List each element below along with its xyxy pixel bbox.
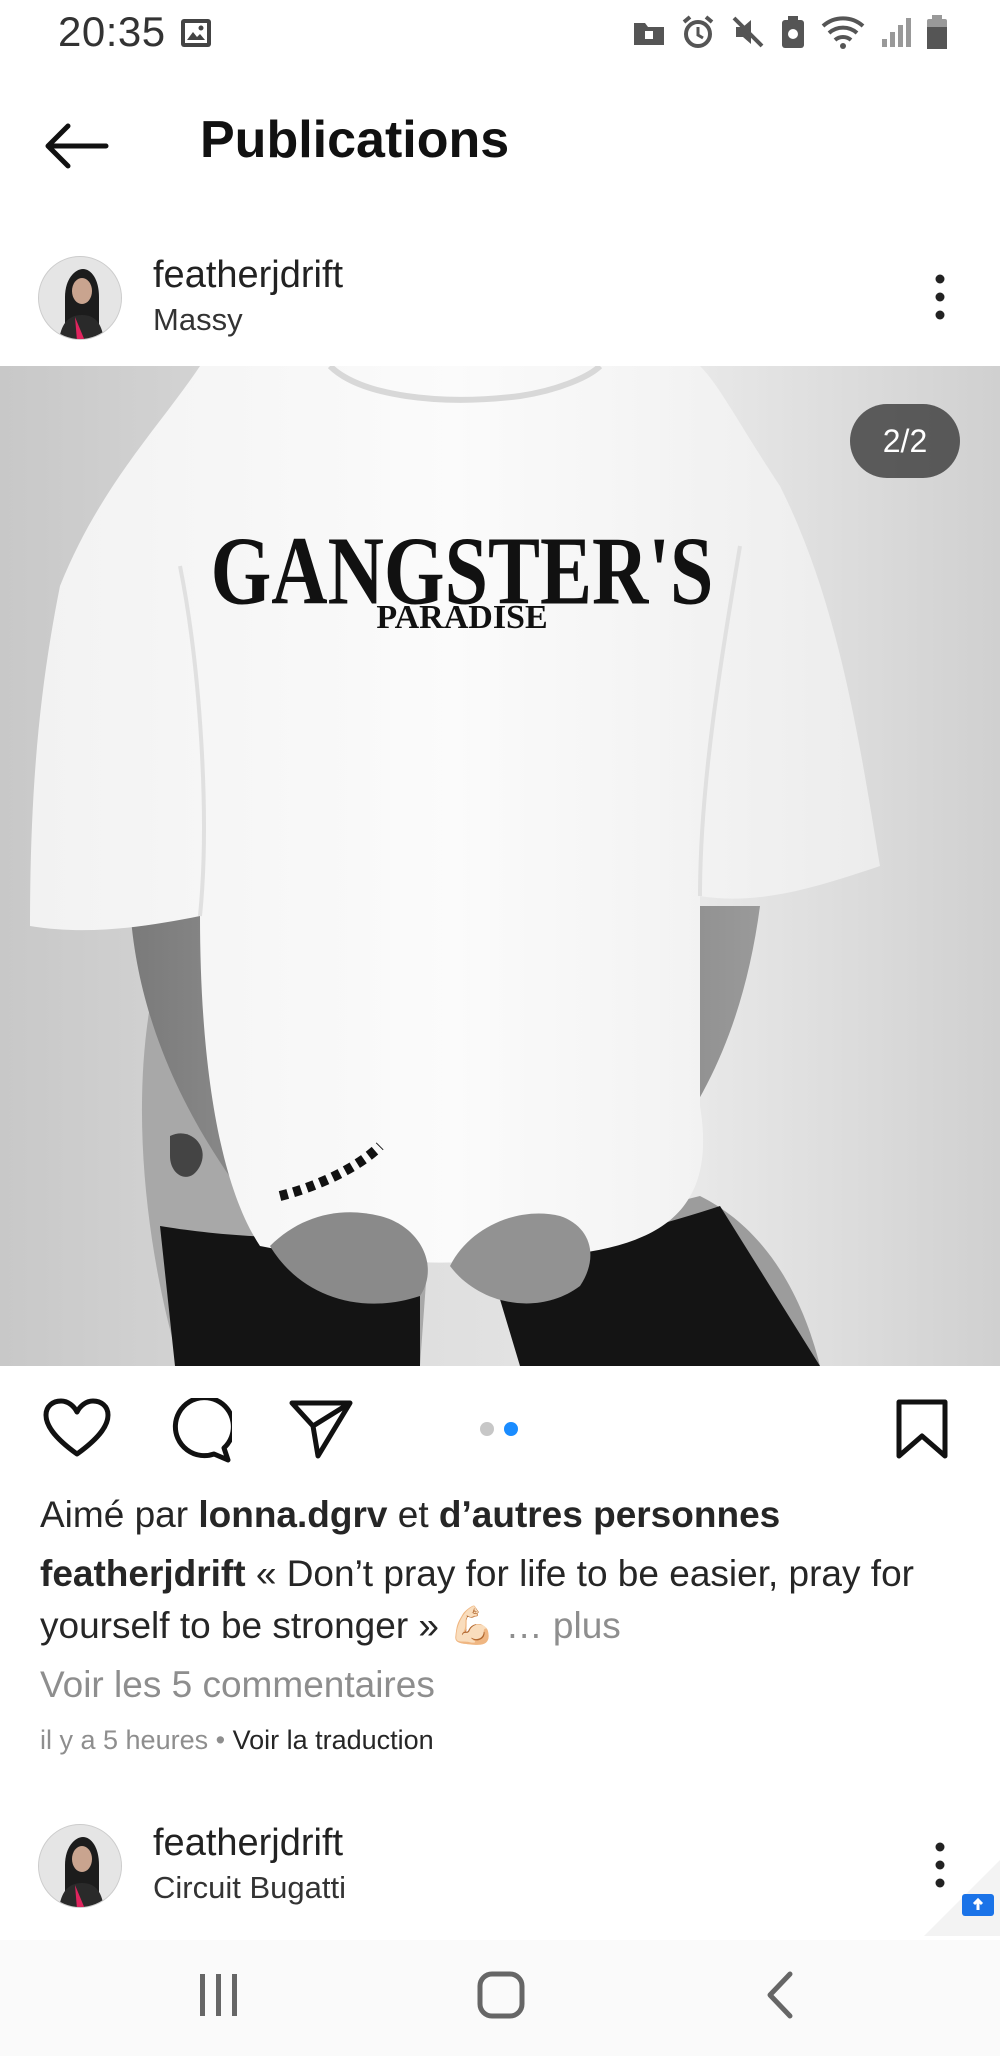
next-post-username[interactable]: featherjdrift <box>153 1822 343 1865</box>
paper-plane-icon[interactable] <box>288 1398 354 1460</box>
status-icons <box>632 14 948 50</box>
recent-apps-icon[interactable] <box>196 1970 242 2020</box>
battery-saver-icon <box>782 16 804 48</box>
carousel-counter: 2/2 <box>850 404 960 478</box>
likes-user-link[interactable]: lonna.dgrv <box>198 1494 387 1535</box>
folder-lock-icon <box>634 23 664 45</box>
secure-folder-badge-icon <box>924 1860 1000 1936</box>
gallery-notification-icon <box>181 19 211 47</box>
caption-emoji: 💪🏻 <box>449 1605 496 1646</box>
caption-username[interactable]: featherjdrift <box>40 1553 246 1594</box>
post-meta: il y a 5 heures • Voir la traduction <box>40 1725 434 1756</box>
post-time: il y a 5 heures <box>40 1725 209 1755</box>
translate-link[interactable]: Voir la traduction <box>233 1725 434 1755</box>
home-icon[interactable] <box>476 1970 526 2020</box>
top-app-bar: Publications <box>0 90 1000 200</box>
system-nav-bar <box>0 1940 1000 2056</box>
heart-icon[interactable] <box>42 1398 112 1460</box>
post-caption: featherjdrift « Don’t pray for life to b… <box>40 1548 960 1652</box>
comment-bubble-icon[interactable] <box>166 1398 232 1464</box>
alarm-icon <box>682 15 714 48</box>
post-actions <box>0 1390 1000 1470</box>
next-post-header: featherjdrift Circuit Bugatti <box>0 1802 1000 1922</box>
likes-summary: Aimé par lonna.dgrv et d’autres personne… <box>40 1494 780 1536</box>
status-time: 20:35 <box>58 8 166 55</box>
post-username[interactable]: featherjdrift <box>153 254 343 297</box>
shirt-print-line2: PARADISE <box>376 599 547 636</box>
likes-others-link[interactable]: d’autres personnes <box>439 1494 780 1535</box>
photo-illustration: GANGSTER'S PARADISE <box>30 366 880 1366</box>
page-title: Publications <box>200 111 510 169</box>
post-location[interactable]: Massy <box>153 302 243 338</box>
carousel-dot <box>480 1422 494 1436</box>
post-header: featherjdrift Massy <box>0 234 1000 354</box>
likes-middle: et <box>387 1494 439 1535</box>
back-arrow-icon[interactable] <box>40 118 112 174</box>
wifi-icon <box>821 16 865 49</box>
next-post-location[interactable]: Circuit Bugatti <box>153 1870 346 1906</box>
likes-prefix: Aimé par <box>40 1494 199 1535</box>
back-icon[interactable] <box>762 1970 798 2020</box>
signal-icon <box>882 18 911 47</box>
more-options-icon[interactable] <box>928 272 952 322</box>
carousel-dot-active <box>504 1422 518 1436</box>
meta-separator: • <box>208 1725 233 1755</box>
post-photo[interactable]: GANGSTER'S PARADISE 2/2 <box>0 366 1000 1366</box>
avatar[interactable] <box>38 1824 122 1908</box>
mute-icon <box>732 16 764 48</box>
bookmark-icon[interactable] <box>895 1398 949 1460</box>
view-comments-link[interactable]: Voir les 5 commentaires <box>40 1664 435 1706</box>
carousel-dots <box>480 1422 518 1436</box>
avatar[interactable] <box>38 256 122 340</box>
status-bar: 20:35 <box>0 0 1000 68</box>
battery-icon <box>927 15 947 49</box>
caption-more-link[interactable]: … plus <box>495 1605 621 1646</box>
